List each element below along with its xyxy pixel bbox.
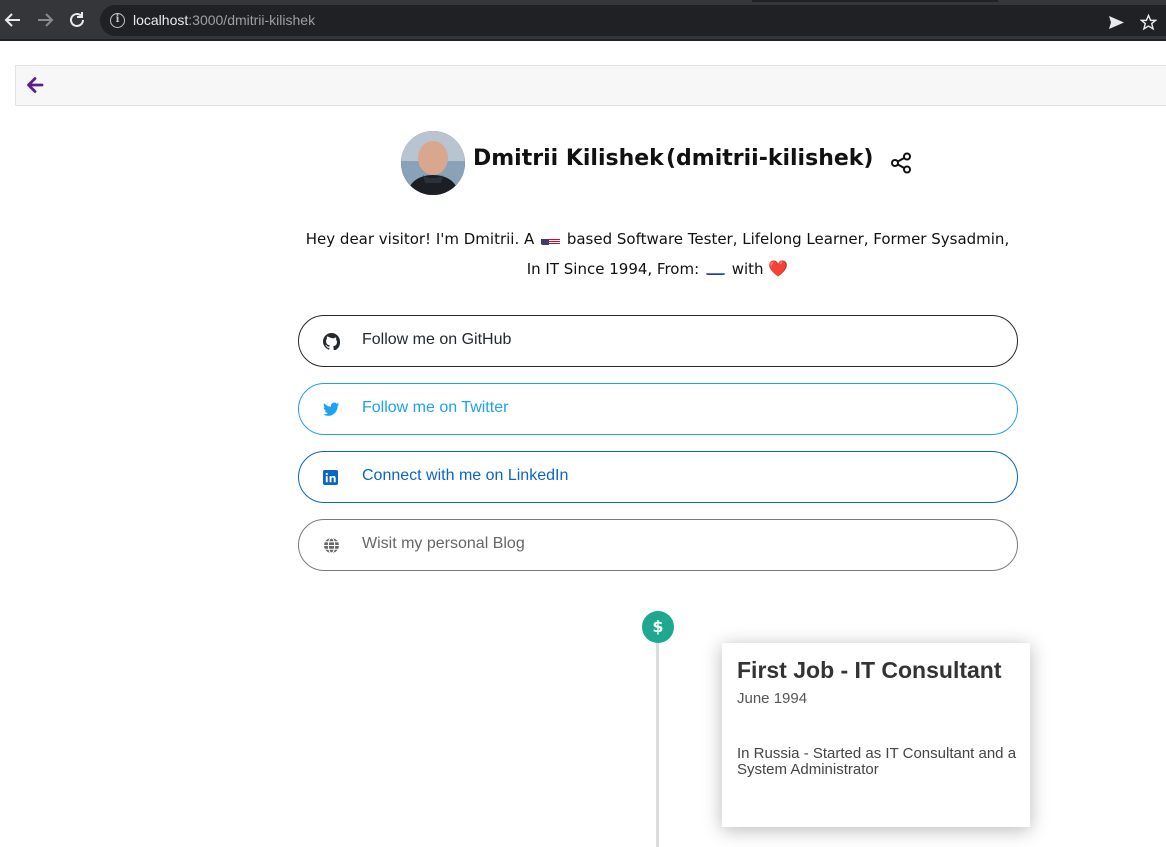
arrow-right-icon bbox=[38, 13, 54, 27]
timeline-card: First Job - IT Consultant June 1994 In R… bbox=[722, 643, 1030, 827]
github-link-button[interactable]: Follow me on GitHub bbox=[298, 315, 1018, 367]
github-icon bbox=[323, 333, 340, 350]
avatar bbox=[401, 131, 465, 195]
star-icon[interactable] bbox=[1139, 13, 1158, 35]
arrow-left-icon[interactable] bbox=[25, 75, 45, 95]
ru-flag-icon bbox=[705, 262, 725, 275]
dollar-icon: $ bbox=[642, 611, 674, 643]
bio-text: In IT Since 1994, From: bbox=[526, 260, 700, 278]
profile-bio: Hey dear visitor! I'm Dmitrii. A based S… bbox=[300, 224, 1015, 284]
reload-icon bbox=[70, 12, 84, 27]
linkedin-icon bbox=[323, 470, 338, 485]
twitter-link-label: Follow me on Twitter bbox=[362, 399, 509, 416]
info-icon[interactable]: i bbox=[110, 13, 125, 28]
address-bar[interactable]: i localhost:3000/dmitrii-kilishek bbox=[100, 5, 1166, 36]
github-link-label: Follow me on GitHub bbox=[362, 331, 512, 348]
reload-button[interactable] bbox=[66, 9, 88, 31]
active-tab-edge bbox=[752, 0, 998, 2]
bio-text: based Software Tester, Lifelong Learner,… bbox=[566, 230, 1010, 248]
linkedin-link-label: Connect with me on LinkedIn bbox=[362, 467, 569, 484]
back-button[interactable] bbox=[2, 9, 24, 31]
forward-button[interactable] bbox=[34, 9, 56, 31]
globe-icon bbox=[324, 537, 339, 554]
toolbar-divider bbox=[0, 39, 1166, 41]
timeline-item-title: First Job - IT Consultant bbox=[737, 657, 1002, 683]
share-icon[interactable] bbox=[890, 152, 912, 174]
arrow-left-icon bbox=[4, 13, 20, 27]
profile-name: Dmitrii Kilishek bbox=[473, 146, 664, 171]
url-text[interactable]: localhost:3000/dmitrii-kilishek bbox=[133, 12, 315, 28]
timeline-item-description: In Russia - Started as IT Consultant and… bbox=[737, 745, 1017, 778]
us-flag-icon bbox=[541, 232, 561, 245]
blog-link-label: Wisit my personal Blog bbox=[362, 535, 525, 552]
blog-link-button[interactable]: Wisit my personal Blog bbox=[298, 519, 1018, 571]
twitter-icon bbox=[323, 402, 340, 416]
send-icon[interactable] bbox=[1108, 14, 1125, 35]
bio-text: with bbox=[731, 260, 764, 278]
bio-text: Hey dear visitor! I'm Dmitrii. A bbox=[305, 230, 535, 248]
timeline-item-date: June 1994 bbox=[737, 690, 808, 707]
profile-handle: (dmitrii-kilishek) bbox=[666, 146, 874, 171]
browser-toolbar: i localhost:3000/dmitrii-kilishek bbox=[0, 0, 1166, 41]
linkedin-link-button[interactable]: Connect with me on LinkedIn bbox=[298, 451, 1018, 503]
page-nav-bar bbox=[15, 65, 1166, 106]
timeline-line bbox=[656, 640, 659, 847]
heart-icon: ❤️ bbox=[768, 259, 789, 278]
twitter-link-button[interactable]: Follow me on Twitter bbox=[298, 383, 1018, 435]
